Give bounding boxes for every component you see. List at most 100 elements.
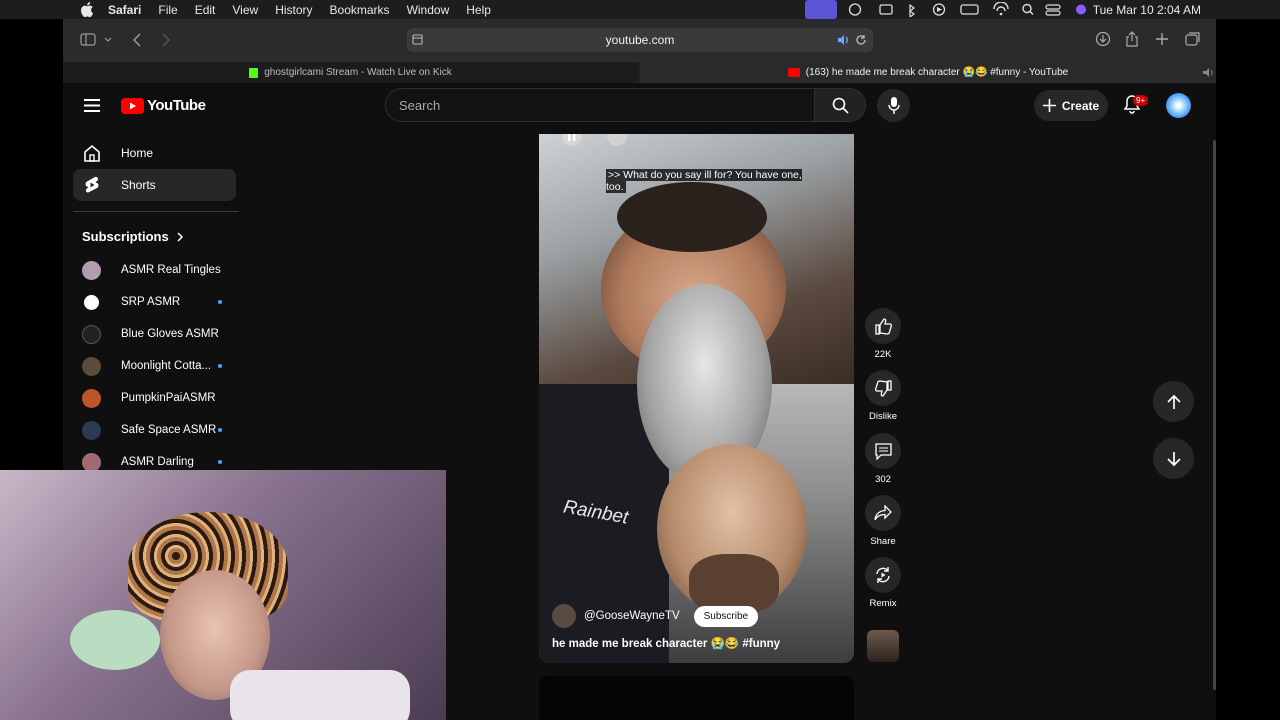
menubar-clock[interactable]: Tue Mar 10 2:04 AM — [1093, 3, 1201, 17]
sidebar-item-label: Home — [121, 146, 154, 160]
subscription-item[interactable]: Blue Gloves ASMR — [82, 322, 228, 346]
subscriptions-title: Subscriptions — [82, 229, 169, 244]
page-scrollbar[interactable] — [1213, 140, 1216, 690]
channel-avatar — [82, 452, 101, 472]
short-video-player[interactable]: Rainbet — [539, 134, 854, 663]
screen-mirroring-status-icon[interactable] — [805, 0, 837, 19]
share-action[interactable]: Share — [865, 495, 901, 547]
menu-bookmarks[interactable]: Bookmarks — [330, 3, 390, 17]
dislike-label: Dislike — [869, 411, 897, 422]
sidebar-item-shorts[interactable]: Shorts — [73, 169, 236, 201]
subscription-item[interactable]: Safe Space ASMR — [82, 418, 228, 442]
account-avatar[interactable] — [1166, 93, 1191, 118]
tab-bar: ghostgirlcami Stream - Watch Live on Kic… — [63, 62, 1216, 83]
channel-name: PumpkinPaiASMR — [121, 392, 216, 404]
comment-count: 302 — [875, 474, 891, 485]
dislike-button[interactable] — [865, 370, 901, 406]
subscription-item[interactable]: ASMR Real Tingles — [82, 258, 228, 282]
address-bar[interactable]: youtube.com — [407, 28, 873, 52]
sidebar-item-home[interactable]: Home — [73, 137, 236, 169]
home-icon — [84, 144, 100, 162]
search-icon — [832, 97, 849, 114]
subscriptions-header[interactable]: Subscriptions — [82, 229, 184, 244]
comments-action[interactable]: 302 — [865, 433, 901, 485]
channel-avatar[interactable] — [552, 604, 576, 628]
back-icon — [132, 33, 141, 47]
tab-title: ghostgirlcami Stream - Watch Live on Kic… — [264, 67, 452, 78]
back-forward-icons[interactable] — [132, 33, 172, 47]
tab-youtube[interactable]: (163) he made me break character 😭😂 #fun… — [640, 62, 1216, 83]
tab-overview-icon — [1185, 34, 1198, 46]
previous-short-button[interactable] — [1153, 381, 1194, 422]
like-action[interactable]: 22K — [865, 308, 901, 360]
channel-handle[interactable]: @GooseWayneTV — [584, 610, 680, 622]
dropbox-icon — [848, 3, 862, 16]
notification-badge: 9+ — [1133, 95, 1149, 106]
youtube-icon — [787, 68, 800, 77]
shorts-icon — [85, 176, 99, 193]
menu-history[interactable]: History — [275, 3, 312, 17]
page-menu-icon[interactable] — [412, 34, 423, 45]
comments-button[interactable] — [865, 433, 901, 469]
kick-icon — [249, 67, 259, 78]
new-tab-icon — [1156, 33, 1168, 45]
short-title[interactable]: he made me break character 😭😂 #funny — [552, 636, 780, 650]
next-short-button[interactable] — [1153, 438, 1194, 479]
new-content-dot — [218, 428, 222, 432]
menu-view[interactable]: View — [232, 3, 258, 17]
share-arrow-icon — [874, 505, 892, 521]
siri-icon — [1076, 4, 1086, 15]
next-short-preview[interactable] — [539, 676, 854, 720]
sound-thumbnail[interactable] — [867, 630, 899, 662]
spotlight-icon — [1022, 3, 1032, 14]
battery-icon — [960, 4, 979, 15]
voice-search-button[interactable] — [877, 89, 910, 122]
apple-logo-icon[interactable] — [80, 2, 94, 17]
channel-avatar — [82, 292, 101, 312]
menu-help[interactable]: Help — [466, 3, 491, 17]
bluetooth-icon — [909, 3, 915, 17]
youtube-play-logo-icon — [121, 97, 144, 114]
like-count: 22K — [874, 349, 892, 360]
toolbar-right-icons — [1095, 31, 1200, 47]
channel-avatar — [82, 388, 101, 408]
subscription-item[interactable]: PumpkinPaiASMR — [82, 386, 228, 410]
tab-title: (163) he made me break character 😭😂 #fun… — [805, 67, 1069, 78]
sidebar-toggle-icon[interactable] — [80, 33, 115, 46]
search-input[interactable]: Search — [385, 88, 815, 122]
subscription-item[interactable]: Moonlight Cotta... — [82, 354, 228, 378]
new-content-dot — [218, 364, 222, 368]
tab-kick[interactable]: ghostgirlcami Stream - Watch Live on Kic… — [63, 62, 638, 83]
caption-text: >> What do you say ill for? You have one… — [606, 169, 802, 193]
menu-window[interactable]: Window — [407, 3, 450, 17]
like-button[interactable] — [865, 308, 901, 344]
control-center-icon — [1045, 4, 1061, 10]
pillow — [70, 610, 160, 670]
audio-playing-icon[interactable] — [837, 34, 849, 46]
hamburger-menu-icon[interactable] — [84, 99, 100, 112]
closed-caption: >> What do you say ill for? You have one… — [606, 169, 802, 193]
channel-avatar — [82, 420, 101, 440]
reload-icon[interactable] — [855, 34, 867, 46]
menu-app-safari[interactable]: Safari — [108, 3, 141, 17]
youtube-logo[interactable]: YouTube — [121, 97, 206, 114]
subscribe-button[interactable]: Subscribe — [693, 605, 759, 627]
thumbs-up-icon — [874, 317, 892, 335]
subscription-item[interactable]: SRP ASMR — [82, 290, 228, 314]
keyboard-icon — [879, 4, 893, 15]
remix-action[interactable]: Remix — [865, 557, 901, 609]
search-button[interactable] — [814, 88, 866, 122]
share-label: Share — [870, 536, 896, 547]
create-button[interactable]: Create — [1034, 90, 1108, 121]
dislike-action[interactable]: Dislike — [865, 370, 901, 422]
channel-avatar — [82, 356, 101, 376]
remix-button[interactable] — [865, 557, 901, 593]
menu-edit[interactable]: Edit — [195, 3, 216, 17]
channel-name: Blue Gloves ASMR — [121, 328, 219, 340]
tab-audio-icon[interactable] — [1202, 67, 1214, 78]
menu-file[interactable]: File — [158, 3, 177, 17]
sidebar-divider — [73, 211, 239, 212]
share-button[interactable] — [865, 495, 901, 531]
arrow-up-icon — [1166, 394, 1181, 409]
create-label: Create — [1061, 98, 1100, 113]
